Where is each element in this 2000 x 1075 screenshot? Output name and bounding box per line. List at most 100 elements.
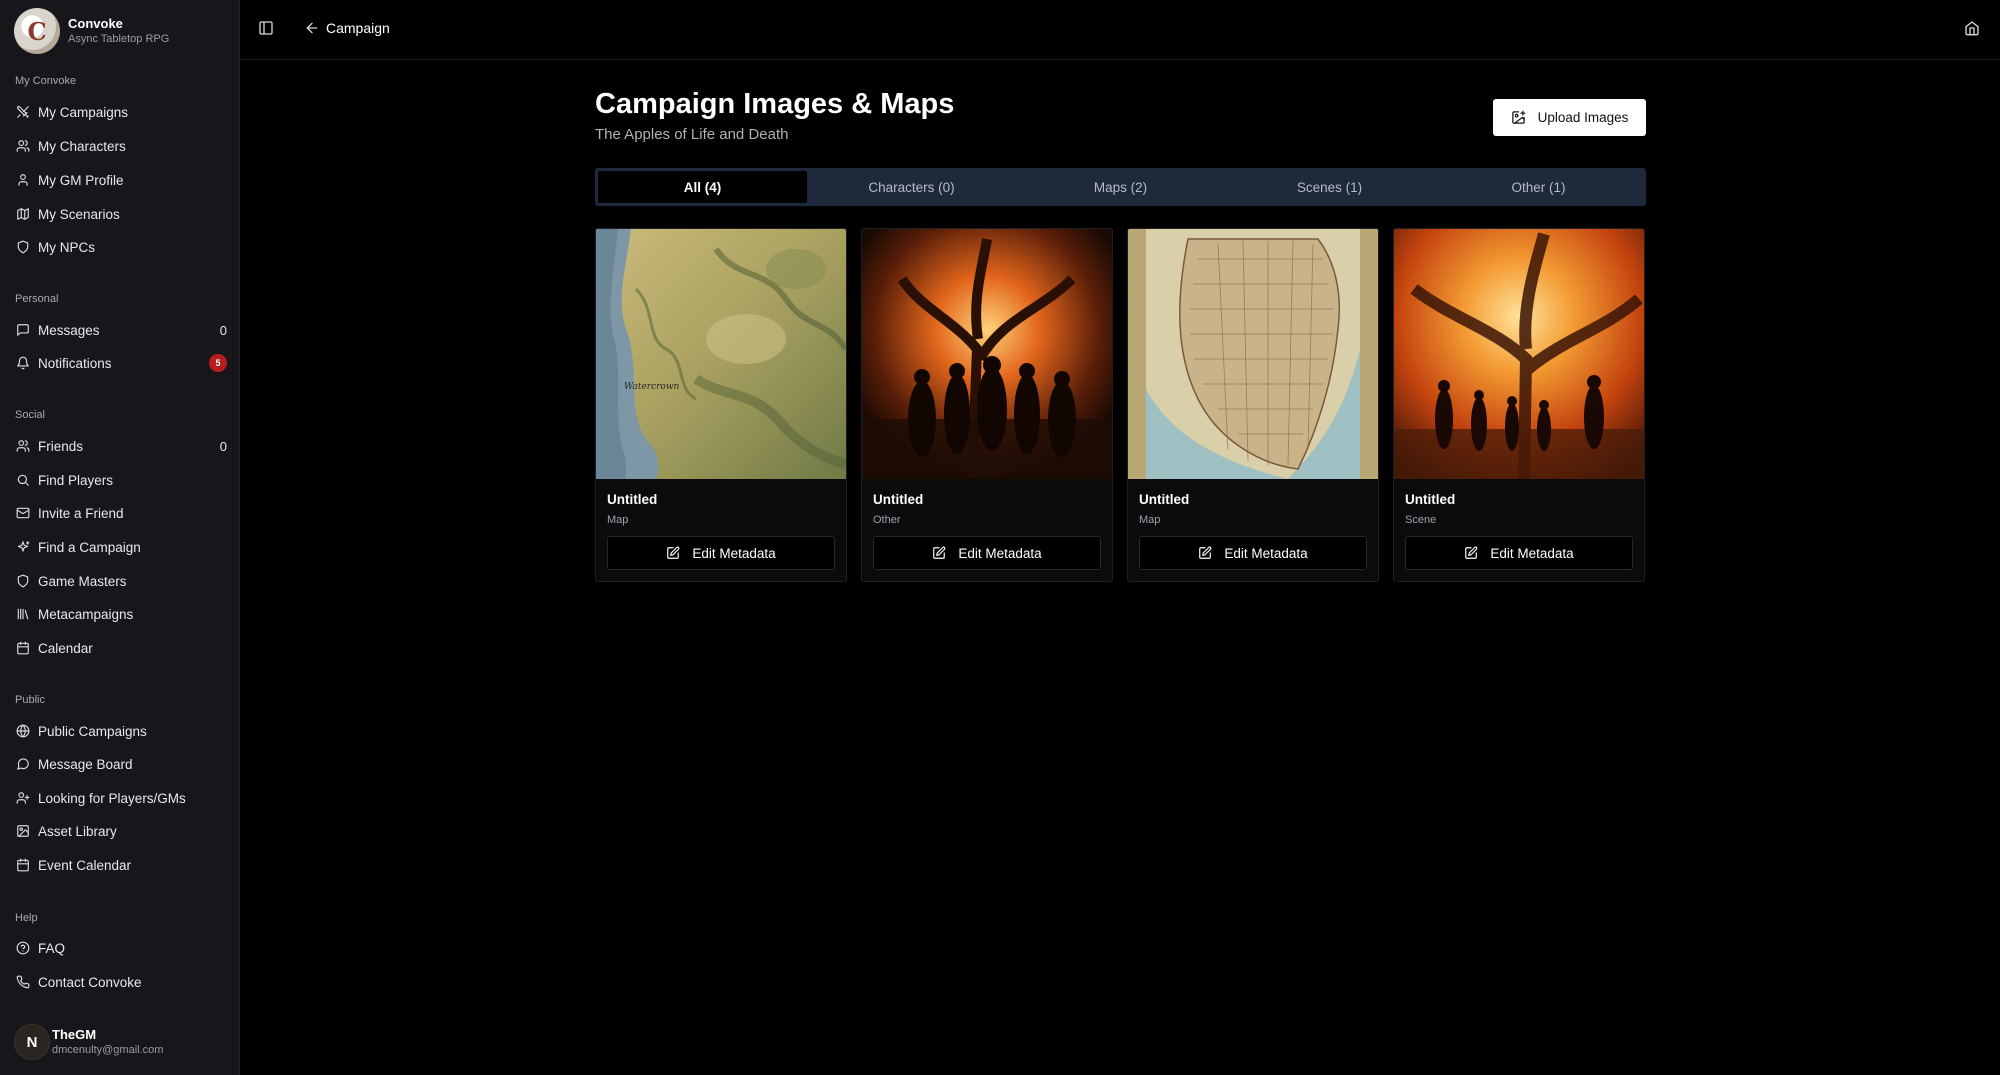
edit-icon	[933, 546, 946, 559]
edit-metadata-label: Edit Metadata	[958, 545, 1042, 561]
sidebar-item-label: My Scenarios	[38, 206, 120, 222]
convoke-logo: C	[14, 8, 60, 54]
image-card[interactable]: Untitled Other Edit Metadata	[861, 228, 1113, 582]
sidebar-item-contact-convoke[interactable]: Contact Convoke	[15, 969, 227, 995]
filter-tabs: All (4) Characters (0) Maps (2) Scenes (…	[595, 168, 1646, 206]
sidebar-item-calendar[interactable]: Calendar	[15, 635, 227, 661]
sidebar-toggle-icon[interactable]	[258, 20, 276, 38]
image-card[interactable]: Watercrown Untitled Map Edit Metadata	[595, 228, 847, 582]
shield-icon	[15, 574, 30, 589]
sidebar-item-faq[interactable]: FAQ	[15, 935, 227, 961]
topbar: Campaign	[240, 0, 2000, 60]
sidebar-item-game-masters[interactable]: Game Masters	[15, 568, 227, 594]
image-card[interactable]: Untitled Scene Edit Metadata	[1393, 228, 1645, 582]
arrow-left-icon	[304, 20, 320, 36]
sidebar-item-my-npcs[interactable]: My NPCs	[15, 234, 227, 260]
sidebar-item-invite-a-friend[interactable]: Invite a Friend	[15, 500, 227, 526]
tab-other[interactable]: Other (1)	[1434, 171, 1643, 203]
edit-metadata-label: Edit Metadata	[692, 545, 776, 561]
sidebar-item-my-scenarios[interactable]: My Scenarios	[15, 201, 227, 227]
map-icon	[15, 207, 30, 222]
edit-metadata-button[interactable]: Edit Metadata	[607, 536, 835, 570]
card-type: Map	[1139, 514, 1161, 526]
globe-icon	[15, 724, 30, 739]
image-icon	[15, 824, 30, 839]
mail-icon	[15, 506, 30, 521]
sidebar-item-find-a-campaign[interactable]: Find a Campaign	[15, 534, 227, 560]
help-circle-icon	[15, 941, 30, 956]
upload-images-button[interactable]: Upload Images	[1493, 99, 1646, 136]
brand[interactable]: C Convoke Async Tabletop RPG	[14, 8, 169, 54]
messages-count: 0	[219, 322, 227, 338]
sidebar-item-my-gm-profile[interactable]: My GM Profile	[15, 167, 227, 193]
card-title: Untitled	[607, 492, 658, 507]
sidebar-item-label: Game Masters	[38, 573, 127, 589]
sidebar-item-label: Looking for Players/GMs	[38, 790, 186, 806]
tab-scenes[interactable]: Scenes (1)	[1225, 171, 1434, 203]
burning-tree-warriors-image[interactable]	[862, 229, 1112, 480]
search-icon	[15, 473, 30, 488]
tab-maps[interactable]: Maps (2)	[1016, 171, 1225, 203]
fiery-scene-image[interactable]	[1394, 229, 1644, 480]
sidebar-item-label: My Characters	[38, 138, 126, 154]
sidebar-item-message-board[interactable]: Message Board	[15, 751, 227, 777]
sidebar-item-event-calendar[interactable]: Event Calendar	[15, 852, 227, 878]
sidebar-item-label: Metacampaigns	[38, 606, 134, 622]
sidebar-item-public-campaigns[interactable]: Public Campaigns	[15, 718, 227, 744]
card-title: Untitled	[1405, 492, 1456, 507]
sidebar-item-label: My NPCs	[38, 239, 95, 255]
section-label-personal: Personal	[15, 293, 59, 305]
sidebar-item-metacampaigns[interactable]: Metacampaigns	[15, 601, 227, 627]
card-type: Scene	[1405, 514, 1437, 526]
edit-metadata-button[interactable]: Edit Metadata	[1139, 536, 1367, 570]
user-name: TheGM	[52, 1027, 97, 1042]
sidebar-item-label: My GM Profile	[38, 172, 124, 188]
card-title: Untitled	[1139, 492, 1190, 507]
users-icon	[15, 139, 30, 154]
user-profile[interactable]: N TheGM dmcenulty@gmail.com	[14, 1024, 163, 1060]
section-label-public: Public	[15, 694, 45, 706]
sidebar-item-label: Message Board	[38, 756, 133, 772]
upload-images-label: Upload Images	[1537, 110, 1629, 125]
sidebar-item-notifications[interactable]: Notifications 5	[15, 350, 227, 376]
tab-characters[interactable]: Characters (0)	[807, 171, 1016, 203]
city-map-image[interactable]	[1128, 229, 1378, 479]
sidebar-item-label: Find Players	[38, 472, 114, 488]
edit-metadata-button[interactable]: Edit Metadata	[1405, 536, 1633, 570]
sidebar-item-messages[interactable]: Messages 0	[15, 317, 227, 343]
tab-all[interactable]: All (4)	[598, 171, 807, 203]
shield-icon	[15, 240, 30, 255]
sidebar-item-looking-for-players[interactable]: Looking for Players/GMs	[15, 785, 227, 811]
sidebar-item-label: Contact Convoke	[38, 974, 142, 990]
sidebar-item-friends[interactable]: Friends 0	[15, 433, 227, 459]
back-label: Campaign	[326, 20, 390, 36]
sidebar-item-label: Public Campaigns	[38, 723, 147, 739]
library-icon	[15, 607, 30, 622]
sidebar-item-asset-library[interactable]: Asset Library	[15, 818, 227, 844]
card-title: Untitled	[873, 492, 924, 507]
sparkles-icon	[15, 540, 30, 555]
sidebar-item-my-characters[interactable]: My Characters	[15, 133, 227, 159]
edit-metadata-label: Edit Metadata	[1224, 545, 1308, 561]
users-icon	[15, 439, 30, 454]
sidebar-item-find-players[interactable]: Find Players	[15, 467, 227, 493]
swords-icon	[15, 105, 30, 120]
message-circle-icon	[15, 757, 30, 772]
edit-metadata-button[interactable]: Edit Metadata	[873, 536, 1101, 570]
image-card[interactable]: Untitled Map Edit Metadata	[1127, 228, 1379, 582]
sidebar-item-label: Friends	[38, 438, 84, 454]
brand-name: Convoke	[68, 15, 123, 31]
back-to-campaign-link[interactable]: Campaign	[304, 20, 390, 36]
edit-icon	[1465, 546, 1478, 559]
image-plus-icon	[1511, 110, 1525, 124]
section-label-my-convoke: My Convoke	[15, 75, 77, 87]
sidebar-item-my-campaigns[interactable]: My Campaigns	[15, 99, 227, 125]
user-icon	[15, 173, 30, 188]
sidebar-item-label: FAQ	[38, 940, 66, 956]
notifications-badge: 5	[209, 354, 227, 372]
sidebar-item-label: Invite a Friend	[38, 505, 124, 521]
avatar: N	[14, 1024, 50, 1060]
home-icon[interactable]	[1964, 20, 1982, 38]
world-map-image[interactable]: Watercrown	[596, 229, 846, 479]
calendar-icon	[15, 858, 30, 873]
